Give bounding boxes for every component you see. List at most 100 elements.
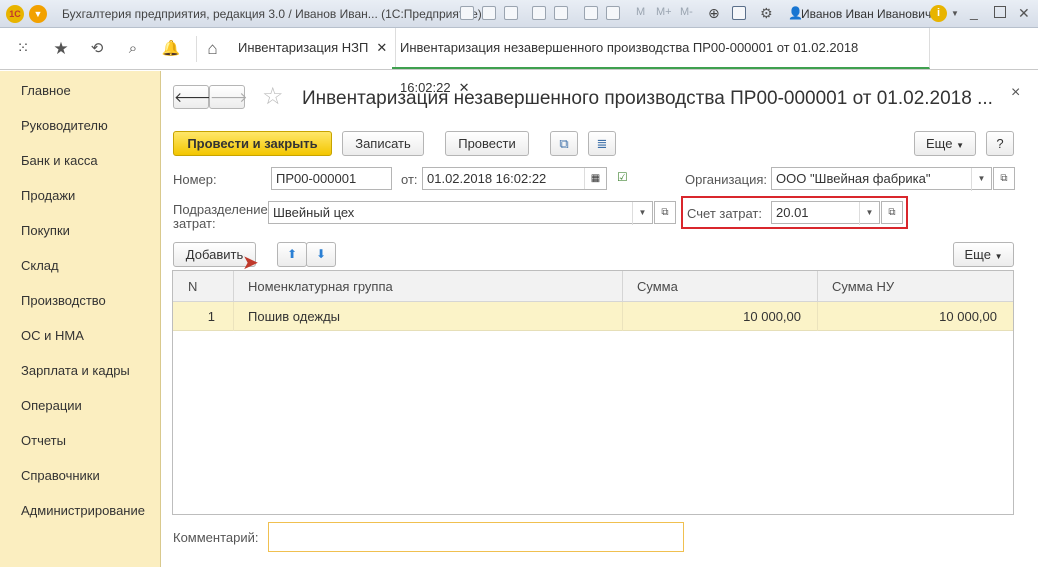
window-title-bar: 1С ▼ Бухгалтерия предприятия, редакция 3… <box>0 0 1038 28</box>
save-icon[interactable] <box>460 6 474 20</box>
account-field[interactable]: 20.01 ▼ <box>771 201 880 225</box>
sidebar-item-assets[interactable]: ОС и НМА <box>21 328 84 343</box>
row-sum-nu: 10 000,00 <box>939 309 997 324</box>
minimize-icon[interactable]: _ <box>970 4 978 20</box>
preview-icon[interactable] <box>504 6 518 20</box>
help-button[interactable]: ? <box>986 131 1014 156</box>
department-label-line1: Подразделение <box>173 202 268 217</box>
sidebar-item-reports[interactable]: Отчеты <box>21 433 66 448</box>
organization-field[interactable]: ООО "Швейная фабрика" ▼ <box>771 167 992 191</box>
date-label: от: <box>401 172 418 187</box>
chevron-down-icon[interactable]: ▼ <box>971 168 991 191</box>
zoom-icon[interactable]: ⊕ <box>708 5 720 22</box>
close-icon[interactable]: ✕ <box>376 40 387 55</box>
open-department-icon[interactable]: ⧉ <box>654 201 676 224</box>
sidebar-item-warehouse[interactable]: Склад <box>21 258 59 273</box>
back-button[interactable]: 🡐 <box>173 85 212 109</box>
table-row[interactable]: 1 Пошив одежды 10 000,00 10 000,00 <box>173 302 1013 331</box>
calendar-picker-icon[interactable]: ▦ <box>584 168 606 189</box>
row-sum: 10 000,00 <box>623 302 818 331</box>
row-number: 1 <box>173 302 234 331</box>
move-down-button[interactable]: ⬇ <box>306 242 336 267</box>
tab-inventory-list[interactable]: Инвентаризация НЗП ✕ <box>230 28 397 69</box>
sidebar-item-production[interactable]: Производство <box>21 293 106 308</box>
attach-icon[interactable] <box>532 6 546 20</box>
sidebar-item-sales[interactable]: Продажи <box>21 188 75 203</box>
table-more-button[interactable]: Еще ▼ <box>953 242 1014 267</box>
navigation-bar: ⁙ ★ ⟲ ⌕ 🔔 ⌂ Инвентаризация НЗП ✕ Инвентар… <box>0 28 1038 95</box>
department-label-line2: затрат: <box>173 216 216 231</box>
window-close-icon[interactable]: ✕ <box>1018 5 1030 22</box>
more-menu-button[interactable]: Еще ▼ <box>914 131 976 156</box>
memory-plus-button[interactable]: M+ <box>656 6 672 18</box>
sidebar-item-operations[interactable]: Операции <box>21 398 82 413</box>
info-dropdown-icon[interactable]: ▼ <box>951 9 959 18</box>
sidebar-item-bank[interactable]: Банк и касса <box>21 153 98 168</box>
mail-icon[interactable] <box>554 6 568 20</box>
post-and-close-button[interactable]: Провести и закрыть <box>173 131 332 156</box>
column-header-n[interactable]: N <box>173 271 234 302</box>
document-list-icon[interactable]: ≣ <box>588 131 616 156</box>
organization-value: ООО "Швейная фабрика" <box>776 171 931 186</box>
memory-button[interactable]: M <box>636 6 645 18</box>
open-account-icon[interactable]: ⧉ <box>881 201 903 224</box>
account-label: Счет затрат: <box>687 206 762 221</box>
save-button[interactable]: Записать <box>342 131 424 156</box>
sidebar-item-salary[interactable]: Зарплата и кадры <box>21 363 130 378</box>
sidebar-item-catalogs[interactable]: Справочники <box>21 468 100 483</box>
notifications-bell-icon[interactable]: 🔔 <box>158 36 184 62</box>
chevron-down-icon: ▼ <box>994 252 1003 261</box>
main-menu-icon[interactable]: ▼ <box>29 5 47 23</box>
comment-label: Комментарий: <box>173 530 259 545</box>
structure-icon[interactable]: ⧉ <box>550 131 578 156</box>
chevron-down-icon[interactable]: ▼ <box>859 202 879 225</box>
row-group: Пошив одежды <box>234 302 623 331</box>
column-header-group[interactable]: Номенклатурная группа <box>234 271 623 302</box>
home-icon[interactable]: ⌂ <box>196 36 228 62</box>
department-label: Подразделение затрат: <box>173 203 268 231</box>
sidebar-item-purchases[interactable]: Покупки <box>21 223 70 238</box>
info-icon[interactable]: i <box>930 5 947 22</box>
settings-icon[interactable]: ⚙ <box>760 5 773 22</box>
maximize-icon[interactable] <box>994 6 1006 18</box>
more-label: Еще <box>926 136 953 151</box>
window-title: Бухгалтерия предприятия, редакция 3.0 / … <box>62 7 482 21</box>
check-document-icon[interactable]: ☑ <box>617 170 628 184</box>
number-field[interactable]: ПР00-000001 <box>271 167 392 190</box>
sidebar-item-manager[interactable]: Руководителю <box>21 118 108 133</box>
sidebar-item-main[interactable]: Главное <box>21 83 71 98</box>
table-more-label: Еще <box>964 247 991 262</box>
history-icon[interactable]: ⟲ <box>84 36 110 62</box>
date-value: 01.02.2018 16:02:22 <box>427 171 547 186</box>
panel-icon[interactable] <box>732 6 746 20</box>
print-icon[interactable] <box>482 6 496 20</box>
favorites-star-icon[interactable]: ★ <box>48 36 74 62</box>
number-label: Номер: <box>173 172 217 187</box>
inventory-table: N Номенклатурная группа Сумма Сумма НУ 1… <box>172 270 1014 515</box>
1c-logo-icon: 1С <box>6 5 24 23</box>
calendar-icon[interactable] <box>606 6 620 20</box>
forward-button[interactable]: 🡒 <box>209 85 248 109</box>
user-name[interactable]: Иванов Иван Иванович <box>801 7 931 21</box>
column-header-sum-nu[interactable]: Сумма НУ <box>818 271 1013 302</box>
organization-label: Организация: <box>685 172 768 187</box>
department-value: Швейный цех <box>273 205 355 220</box>
search-icon[interactable]: ⌕ <box>120 36 146 62</box>
open-organization-icon[interactable]: ⧉ <box>993 167 1015 190</box>
sections-grid-icon[interactable]: ⁙ <box>10 36 36 62</box>
tab-inventory-document[interactable]: Инвентаризация незавершенного производст… <box>392 28 930 95</box>
form-close-icon[interactable]: × <box>1011 84 1020 102</box>
post-button[interactable]: Провести <box>445 131 529 156</box>
move-up-button[interactable]: ⬆ <box>277 242 307 267</box>
spreadsheet-icon[interactable] <box>584 6 598 20</box>
date-field[interactable]: 01.02.2018 16:02:22 ▦ <box>422 167 607 190</box>
sidebar-item-admin[interactable]: Администрирование <box>21 503 145 518</box>
form-title: Инвентаризация незавершенного производст… <box>302 88 993 109</box>
department-field[interactable]: Швейный цех ▼ <box>268 201 653 225</box>
memory-minus-button[interactable]: M- <box>680 6 693 18</box>
favorite-star-icon[interactable]: ☆ <box>262 82 284 111</box>
column-header-sum[interactable]: Сумма <box>623 271 818 302</box>
comment-field[interactable] <box>268 522 684 552</box>
chevron-down-icon: ▼ <box>956 141 964 150</box>
chevron-down-icon[interactable]: ▼ <box>632 202 652 225</box>
